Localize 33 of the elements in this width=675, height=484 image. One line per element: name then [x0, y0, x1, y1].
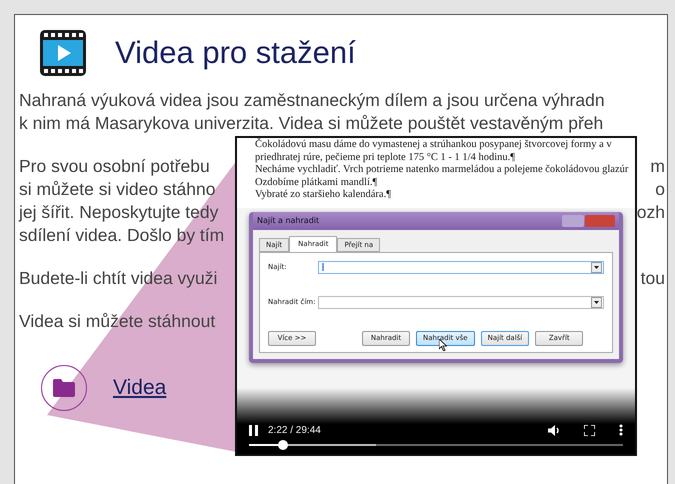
dropdown-icon[interactable]: [591, 296, 602, 308]
page-title: Videa pro stažení: [115, 35, 356, 71]
dropdown-icon[interactable]: [591, 262, 602, 272]
paragraph-text: m: [650, 155, 665, 178]
paragraph-text: sdílení videa. Došlo by tím: [19, 224, 224, 247]
combo-field[interactable]: [318, 296, 604, 308]
pause-icon[interactable]: [249, 424, 258, 436]
paragraph-text: ozh: [636, 201, 665, 224]
dialog-title: Najít a nahradit: [257, 216, 320, 225]
folder-icon: [53, 379, 75, 397]
paragraph-text: si můžete si video stáhno: [19, 178, 216, 201]
film-play-icon: [39, 29, 87, 77]
video-time: 2:22 / 29:44: [268, 424, 322, 436]
document-text: Necháme vychladiť. Vrch potrieme natenko marmeládou a polejeme čokoládovou glazúr: [255, 164, 630, 176]
volume-icon[interactable]: [548, 424, 560, 436]
more-icon[interactable]: [619, 424, 623, 436]
fullscreen-icon[interactable]: [584, 424, 595, 436]
combo-field[interactable]: [318, 260, 604, 274]
paragraph-text: tou: [640, 267, 665, 290]
paragraph-text: Pro svou osobní potřebu: [19, 155, 210, 178]
document-text: Vybraté zo staršieho kalendára.¶: [255, 189, 392, 202]
document-text: Čokoládovú masu dáme do vymastenej a strúhankou posypanej štvorcovej formy a v: [255, 139, 613, 152]
videos-link[interactable]: Videa: [113, 376, 166, 400]
video-player[interactable]: [235, 136, 637, 456]
paragraph-text: k nim má Masarykova univerzita. Videa si můžete pouštět vestavěným přeh: [19, 112, 604, 135]
paragraph-text: Videa si můžete stáhnout: [19, 310, 216, 333]
folder-button[interactable]: [41, 365, 87, 411]
paragraph-text: o: [655, 178, 665, 201]
cursor-icon: [439, 338, 447, 350]
paragraph-text: Nahraná výuková videa jsou zaměstnaneckým dílem a jsou určena výhradn: [19, 89, 605, 112]
document-text: priedhratej rúre, pečieme pri teplote 175 °C 1 - 1 1/4 hodinu.¶: [255, 152, 516, 164]
progress-handle[interactable]: [278, 440, 288, 450]
document-text: Ozdobíme plátkami mandlí.¶: [255, 176, 378, 189]
